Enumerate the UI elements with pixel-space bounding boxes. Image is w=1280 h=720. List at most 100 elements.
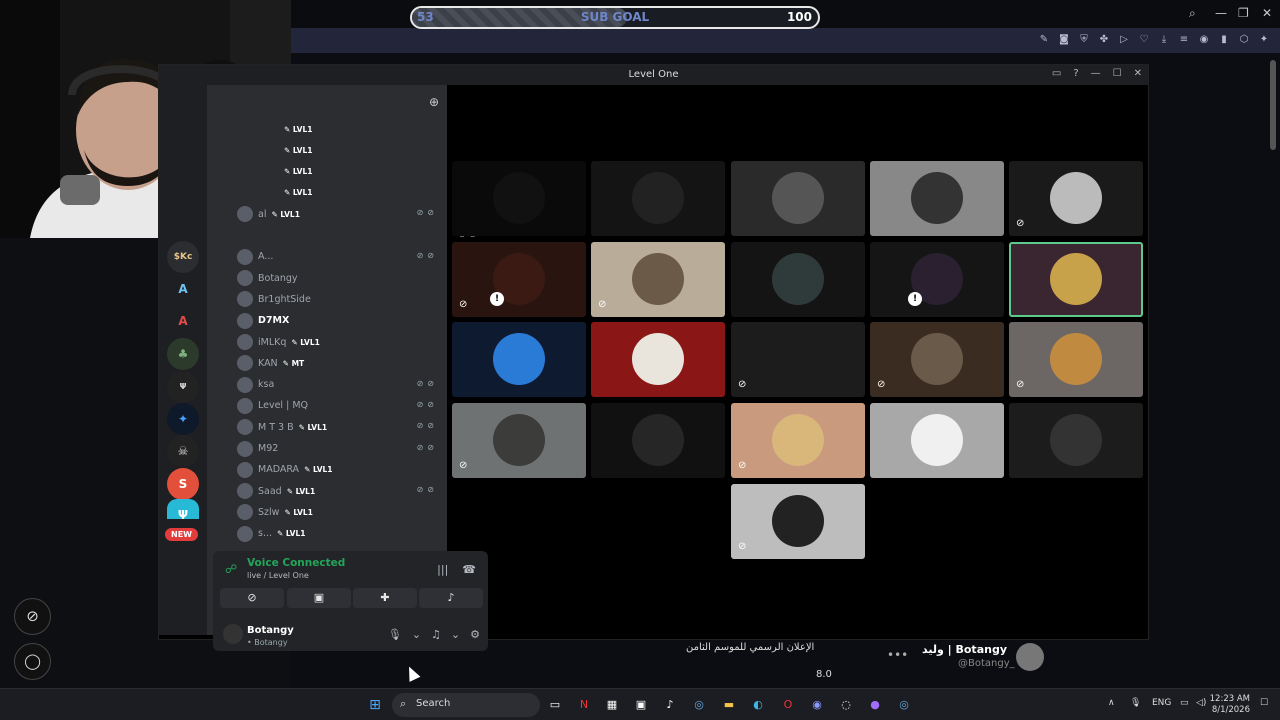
close-icon[interactable]: ✕ (1134, 68, 1142, 79)
profile-icon[interactable]: ◉ (1198, 34, 1210, 45)
help-icon[interactable]: ? (1073, 68, 1078, 79)
voice-status[interactable]: Voice Connected (247, 557, 345, 569)
noise-suppression-icon[interactable]: ||| (437, 563, 448, 576)
voice-channel[interactable]: live / Level One (247, 571, 309, 580)
chevron-up-icon[interactable]: ∧ (1108, 698, 1115, 708)
participant-tile[interactable] (591, 403, 725, 478)
server-icon[interactable]: ☠ (167, 435, 199, 467)
search-icon[interactable]: ⌕ (1189, 6, 1196, 21)
extension-icon[interactable]: ▮ (1218, 34, 1230, 45)
server-icon[interactable]: Ψ (167, 371, 199, 403)
folder-icon[interactable]: ▬ (720, 696, 738, 714)
scrollbar[interactable] (1270, 60, 1276, 150)
member-row[interactable]: A... ⊘⊘ (237, 247, 442, 267)
server-icon[interactable]: S (167, 468, 199, 500)
soundboard-button[interactable]: ♪ (419, 588, 483, 608)
chevron-down-icon[interactable]: ⌄ (412, 628, 421, 641)
microphone-icon[interactable]: 🎙 (1130, 698, 1141, 708)
more-options-icon[interactable]: ••• (887, 648, 908, 662)
member-row[interactable]: Level | MQ ⊘⊘ (237, 396, 442, 416)
member-row[interactable]: Botangy (237, 268, 442, 288)
maximize-icon[interactable]: ☐ (1113, 68, 1122, 79)
participant-tile[interactable]: ⊘ (591, 242, 725, 317)
member-row[interactable]: ✎ LVL1 (279, 119, 484, 139)
participant-tile[interactable]: ⊘ (731, 403, 865, 478)
tweet-author[interactable]: وليد | Botangy (922, 643, 1007, 656)
participant-tile[interactable]: ⊘! (452, 242, 586, 317)
inbox-icon[interactable]: ▭ (1052, 68, 1061, 79)
close-icon[interactable]: ✕ (1262, 6, 1272, 20)
member-row[interactable]: M92 ⊘⊘ (237, 439, 442, 459)
play-icon[interactable]: ▷ (1118, 34, 1130, 45)
minimize-icon[interactable]: — (1091, 68, 1101, 79)
task-view-icon[interactable]: ▭ (546, 696, 564, 714)
participant-tile[interactable]: ⊘ (1009, 161, 1143, 236)
network-icon[interactable]: ▭ (1180, 698, 1189, 708)
settings-icon[interactable]: ⚙ (470, 628, 480, 641)
chevron-down-icon[interactable]: ⌄ (451, 628, 460, 641)
server-icon[interactable]: ♣ (167, 338, 199, 370)
participant-tile[interactable]: ⊘ (731, 484, 865, 559)
activities-button[interactable]: ✚ (353, 588, 417, 608)
steam-icon[interactable]: ◎ (690, 696, 708, 714)
member-row[interactable]: al ✎ LVL1 ⊘⊘ (237, 204, 442, 224)
member-row[interactable]: ✎ LVL1 (279, 140, 484, 160)
server-icon[interactable]: A (167, 305, 199, 337)
tiktok-icon[interactable]: ♪ (661, 696, 679, 714)
heart-icon[interactable]: ♡ (1138, 34, 1150, 45)
participant-tile[interactable] (591, 161, 725, 236)
server-icon[interactable]: A (167, 273, 199, 305)
store-icon[interactable]: ▣ (632, 696, 650, 714)
discord-icon[interactable]: ◉ (808, 696, 826, 714)
chat-bubble-icon[interactable]: ◯ (14, 643, 51, 680)
download-icon[interactable]: ⤓ (1158, 34, 1170, 45)
screen-share-button[interactable]: ▣ (287, 588, 351, 608)
participant-tile[interactable] (870, 403, 1004, 478)
participant-tile[interactable] (1009, 242, 1143, 317)
menu-icon[interactable]: ≡ (1178, 34, 1190, 45)
clock[interactable]: 12:23 AM 8/1/2026 (1210, 694, 1250, 716)
steam-icon[interactable]: ◎ (895, 696, 913, 714)
puzzle-icon[interactable]: ✤ (1098, 34, 1110, 45)
camera-icon[interactable]: ◙ (1058, 34, 1070, 45)
mute-icon[interactable]: 🎙 (388, 628, 402, 641)
search-box[interactable]: ⌕ Search (392, 693, 540, 717)
member-row[interactable]: iMLKq ✎ LVL1 (237, 332, 442, 352)
participant-tile[interactable] (1009, 403, 1143, 478)
minimize-icon[interactable]: — (1215, 6, 1227, 20)
app-icon[interactable]: ● (866, 696, 884, 714)
participant-tile[interactable]: ⊘ (1009, 322, 1143, 397)
ai-icon[interactable]: ✦ (1258, 34, 1270, 45)
volume-icon[interactable]: ◁) (1196, 698, 1206, 708)
participant-tile[interactable]: ⊘ (452, 403, 586, 478)
participant-tile[interactable]: ⊘ (731, 322, 865, 397)
member-row[interactable]: Szlw ✎ LVL1 (237, 502, 442, 522)
member-row[interactable]: MADARA ✎ LVL1 (237, 460, 442, 480)
avatar[interactable] (223, 624, 243, 644)
participant-tile[interactable] (452, 161, 586, 236)
cube-icon[interactable]: ⬡ (1238, 34, 1250, 45)
participant-tile[interactable] (731, 161, 865, 236)
member-row[interactable]: ksa ⊘⊘ (237, 375, 442, 395)
add-friend-icon[interactable]: ⊕ (429, 95, 439, 109)
hangup-icon[interactable]: ☎ (462, 563, 476, 576)
server-icon[interactable]: Ψ (167, 499, 199, 522)
member-row[interactable]: Br1ghtSide (237, 289, 442, 309)
member-row[interactable]: M T 3 B ✎ LVL1 ⊘⊘ (237, 417, 442, 437)
edit-icon[interactable]: ✎ (1038, 34, 1050, 45)
member-row[interactable]: D7MX (237, 311, 442, 331)
deafen-icon[interactable]: ♫ (431, 628, 441, 641)
notification-icon[interactable]: ☐ (1260, 698, 1268, 708)
app-icon[interactable]: ◌ (837, 696, 855, 714)
server-icon[interactable]: ✦ (167, 403, 199, 435)
participant-tile[interactable] (591, 322, 725, 397)
member-row[interactable]: s... ✎ LVL1 (237, 524, 442, 544)
restore-icon[interactable]: ❐ (1238, 6, 1249, 20)
participant-tile[interactable]: ⊘ (870, 322, 1004, 397)
member-row[interactable]: Saad ✎ LVL1 ⊘⊘ (237, 481, 442, 501)
participant-tile[interactable] (870, 161, 1004, 236)
avatar[interactable] (1016, 643, 1044, 671)
edge-icon[interactable]: ◐ (749, 696, 767, 714)
server-icon[interactable]: $Kc (167, 241, 199, 273)
participant-tile[interactable] (452, 322, 586, 397)
